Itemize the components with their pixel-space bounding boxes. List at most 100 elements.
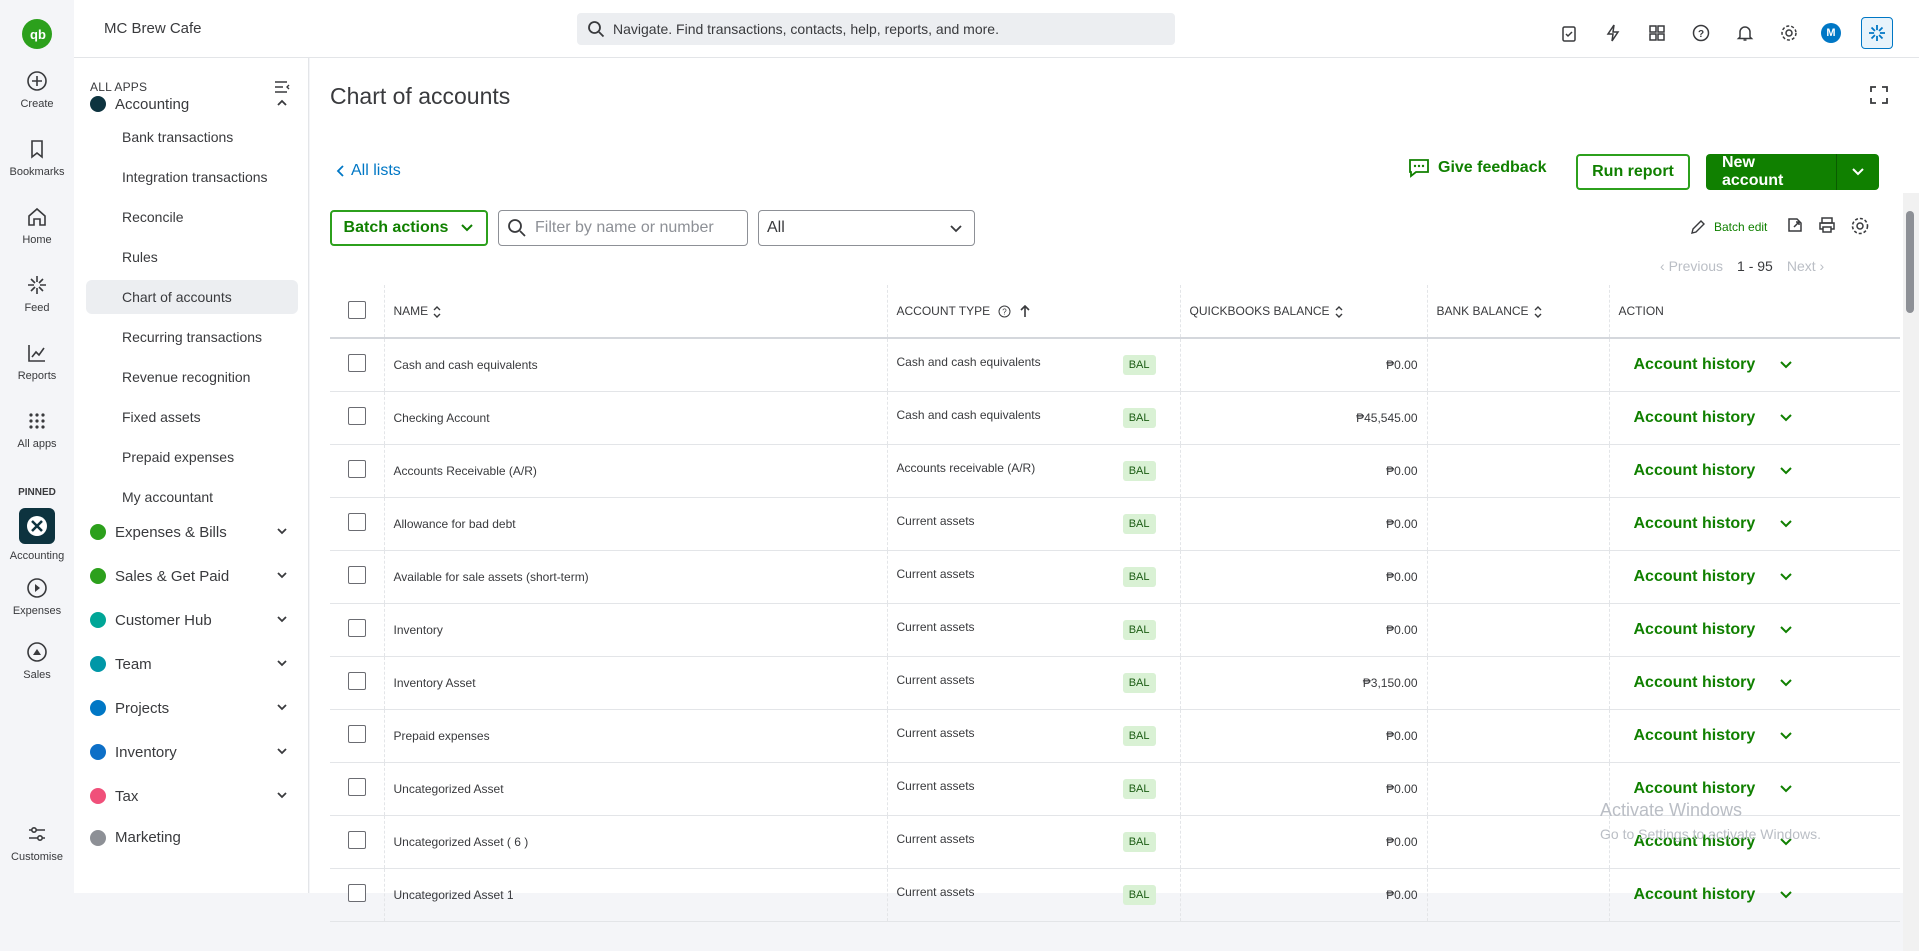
account-history-link[interactable]: Account history xyxy=(1634,727,1756,745)
table-row[interactable]: Uncategorized Asset 1 Current assets BAL ₱0… xyxy=(330,868,1900,922)
chevron-down-icon[interactable] xyxy=(1779,623,1793,637)
account-name[interactable]: Prepaid expenses xyxy=(383,709,887,763)
table-row[interactable]: Inventory Current assets BAL ₱0.00 Account h… xyxy=(330,603,1900,657)
table-row[interactable]: Allowance for bad debt Current assets BAL ₱… xyxy=(330,497,1900,551)
row-checkbox[interactable] xyxy=(347,884,366,902)
new-account-dropdown[interactable] xyxy=(1837,154,1879,190)
account-name[interactable]: Allowance for bad debt xyxy=(383,497,887,551)
account-history-link[interactable]: Account history xyxy=(1634,621,1756,639)
chevron-down-icon[interactable] xyxy=(1779,464,1793,478)
ai-assist-icon[interactable] xyxy=(1861,17,1893,49)
column-name-header[interactable]: NAME xyxy=(383,285,887,339)
account-history-link[interactable]: Account history xyxy=(1634,409,1756,427)
export-icon[interactable] xyxy=(1786,216,1804,234)
nav-item-fixed-assets[interactable]: Fixed assets xyxy=(86,400,298,434)
account-name[interactable]: Uncategorized Asset ( 6 ) xyxy=(383,815,887,869)
account-name[interactable]: Checking Account xyxy=(383,391,887,445)
run-report-button[interactable]: Run report xyxy=(1576,154,1690,190)
batch-edit-link[interactable]: Batch edit xyxy=(1690,219,1767,235)
account-name[interactable]: Inventory Asset xyxy=(383,656,887,710)
rail-home[interactable]: Home xyxy=(0,206,74,246)
vertical-scrollbar[interactable] xyxy=(1903,193,1919,951)
rail-create[interactable]: Create xyxy=(0,70,74,110)
table-row[interactable]: Cash and cash equivalents Cash and cash e… xyxy=(330,338,1900,392)
account-type-select[interactable]: All xyxy=(758,210,975,246)
chevron-down-icon[interactable] xyxy=(1779,517,1793,531)
nav-item-chart-of-accounts[interactable]: Chart of accounts xyxy=(86,280,298,314)
row-checkbox[interactable] xyxy=(347,619,366,637)
row-checkbox[interactable] xyxy=(347,566,366,584)
account-name[interactable]: Uncategorized Asset 1 xyxy=(383,868,887,922)
bell-icon[interactable] xyxy=(1733,21,1757,45)
chevron-down-icon[interactable] xyxy=(1779,729,1793,743)
select-all-checkbox[interactable] xyxy=(347,300,366,319)
nav-group-sales-get-paid[interactable]: Sales & Get Paid xyxy=(90,562,295,590)
nav-group-projects[interactable]: Projects xyxy=(90,694,295,722)
rail-sales[interactable]: Sales xyxy=(0,641,74,681)
rail-expenses[interactable]: Expenses xyxy=(0,577,74,617)
table-settings-gear-icon[interactable] xyxy=(1850,216,1870,236)
nav-item-integration-transactions[interactable]: Integration transactions xyxy=(86,160,298,194)
account-history-link[interactable]: Account history xyxy=(1634,462,1756,480)
chevron-down-icon[interactable] xyxy=(1779,782,1793,796)
nav-group-customer-hub[interactable]: Customer Hub xyxy=(90,606,295,634)
nav-item-bank-transactions[interactable]: Bank transactions xyxy=(86,120,298,154)
account-history-link[interactable]: Account history xyxy=(1634,356,1756,374)
row-checkbox[interactable] xyxy=(347,460,366,478)
chevron-down-icon[interactable] xyxy=(1779,570,1793,584)
row-checkbox[interactable] xyxy=(347,354,366,373)
give-feedback-link[interactable]: Give feedback xyxy=(1408,158,1547,178)
account-name[interactable]: Uncategorized Asset xyxy=(383,762,887,816)
account-history-link[interactable]: Account history xyxy=(1634,568,1756,586)
row-checkbox[interactable] xyxy=(347,725,366,743)
row-checkbox[interactable] xyxy=(347,407,366,425)
account-name[interactable]: Cash and cash equivalents xyxy=(383,338,887,392)
account-name[interactable]: Accounts Receivable (A/R) xyxy=(383,444,887,498)
help-icon[interactable]: ? xyxy=(1689,21,1713,45)
table-row[interactable]: Prepaid expenses Current assets BAL ₱0.00 Ac… xyxy=(330,709,1900,763)
row-checkbox[interactable] xyxy=(347,778,366,796)
chevron-down-icon[interactable] xyxy=(1779,676,1793,690)
row-checkbox[interactable] xyxy=(347,831,366,849)
new-account-button[interactable]: New account xyxy=(1706,154,1838,190)
settings-gear-icon[interactable] xyxy=(1777,21,1801,45)
user-avatar[interactable]: M xyxy=(1821,23,1841,43)
rail-bookmarks[interactable]: Bookmarks xyxy=(0,138,74,178)
nav-group-inventory[interactable]: Inventory xyxy=(90,738,295,766)
nav-group-team[interactable]: Team xyxy=(90,650,295,678)
all-lists-link[interactable]: All lists xyxy=(335,162,401,180)
account-history-link[interactable]: Account history xyxy=(1634,515,1756,533)
column-qb-balance-header[interactable]: QUICKBOOKS BALANCE xyxy=(1179,285,1427,339)
scrollbar-thumb[interactable] xyxy=(1906,211,1914,313)
row-checkbox[interactable] xyxy=(347,513,366,531)
print-icon[interactable] xyxy=(1818,216,1836,234)
account-name[interactable]: Inventory xyxy=(383,603,887,657)
quickbooks-logo-icon[interactable]: qb xyxy=(22,19,52,49)
column-bank-balance-header[interactable]: BANK BALANCE xyxy=(1426,285,1609,339)
fullscreen-icon[interactable] xyxy=(1869,85,1889,105)
table-row[interactable]: Checking Account Cash and cash equivalent… xyxy=(330,391,1900,445)
batch-actions-button[interactable]: Batch actions xyxy=(330,210,488,246)
table-row[interactable]: Inventory Asset Current assets BAL ₱3,150.0… xyxy=(330,656,1900,710)
chevron-down-icon[interactable] xyxy=(1779,358,1793,372)
nav-item-prepaid-expenses[interactable]: Prepaid expenses xyxy=(86,440,298,474)
lightning-icon[interactable] xyxy=(1601,21,1625,45)
row-checkbox[interactable] xyxy=(347,672,366,690)
nav-item-revenue-recognition[interactable]: Revenue recognition xyxy=(86,360,298,394)
company-name[interactable]: MC Brew Cafe xyxy=(104,20,202,37)
nav-group-tax[interactable]: Tax xyxy=(90,782,295,810)
table-row[interactable]: Accounts Receivable (A/R) Accounts receiv… xyxy=(330,444,1900,498)
column-account-type-header[interactable]: ACCOUNT TYPE ? xyxy=(886,285,1180,339)
table-row[interactable]: Available for sale assets (short-term) Cu… xyxy=(330,550,1900,604)
nav-item-my-accountant[interactable]: My accountant xyxy=(86,480,298,514)
rail-accounting[interactable]: Accounting xyxy=(0,508,74,562)
account-name[interactable]: Available for sale assets (short-term) xyxy=(383,550,887,604)
rail-feed[interactable]: Feed xyxy=(0,274,74,314)
rail-all-apps[interactable]: All apps xyxy=(0,410,74,450)
next-page-button[interactable]: Next › xyxy=(1787,258,1824,274)
nav-item-rules[interactable]: Rules xyxy=(86,240,298,274)
apps-widget-icon[interactable] xyxy=(1645,21,1669,45)
chevron-down-icon[interactable] xyxy=(1779,888,1793,902)
filter-input[interactable]: Filter by name or number xyxy=(498,210,748,246)
account-history-link[interactable]: Account history xyxy=(1634,886,1756,904)
